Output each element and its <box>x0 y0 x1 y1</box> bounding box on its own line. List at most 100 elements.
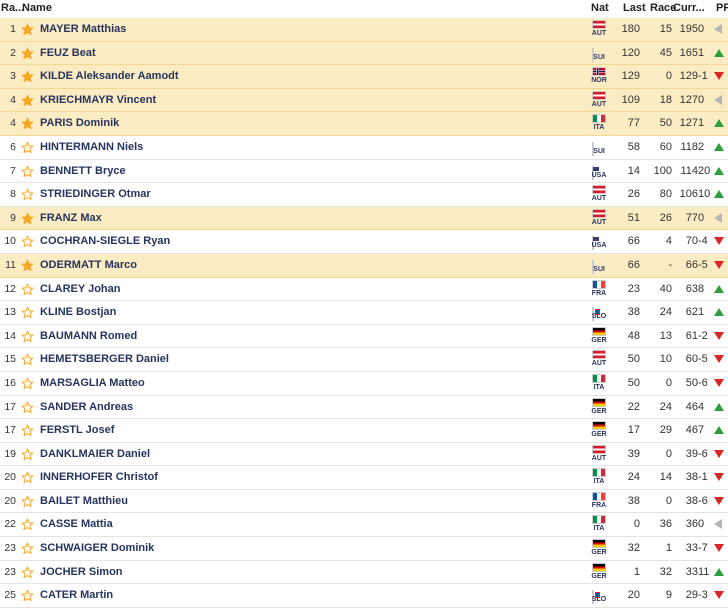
position-change: -3 <box>698 589 708 602</box>
table-row[interactable]: 14 BAUMANN Romed GER 48 13 61 -2 <box>0 324 728 349</box>
table-row[interactable]: 12 CLAREY Johan FRA 23 40 63 8 <box>0 277 728 302</box>
table-row[interactable]: 19 DANKLMAIER Daniel AUT 39 0 39 -6 <box>0 442 728 467</box>
athlete-name[interactable]: KRIECHMAYR Vincent <box>40 89 156 112</box>
race-points: 60 <box>659 140 672 153</box>
athlete-name[interactable]: MARSAGLIA Matteo <box>40 372 145 395</box>
header-nat[interactable]: Nat <box>591 2 609 14</box>
athlete-name[interactable]: JOCHER Simon <box>40 561 123 584</box>
favorite-star-icon[interactable] <box>21 183 35 206</box>
athlete-name[interactable]: FRANZ Max <box>40 207 102 230</box>
athlete-name[interactable]: DANKLMAIER Daniel <box>40 443 150 466</box>
race-points: 40 <box>659 282 672 295</box>
current-points: 77 <box>685 211 698 224</box>
nation: SUI <box>588 136 610 159</box>
athlete-name[interactable]: FERSTL Josef <box>40 419 114 442</box>
favorite-star-icon[interactable] <box>21 112 35 135</box>
favorite-star-icon[interactable] <box>21 18 35 41</box>
favorite-star-icon[interactable] <box>21 278 35 301</box>
athlete-name[interactable]: KLINE Bostjan <box>40 301 116 324</box>
table-row[interactable]: 22 CASSE Mattia ITA 0 36 36 0 <box>0 513 728 538</box>
flag-icon <box>592 185 606 195</box>
header-rank[interactable]: Ra... <box>1 2 24 14</box>
athlete-name[interactable]: HEMETSBERGER Daniel <box>40 348 169 371</box>
athlete-name[interactable]: MAYER Matthias <box>40 18 126 41</box>
athlete-name[interactable]: COCHRAN-SIEGLE Ryan <box>40 230 170 253</box>
athlete-name[interactable]: BENNETT Bryce <box>40 160 126 183</box>
table-row[interactable]: 7 BENNETT Bryce USA 14 100 114 20 <box>0 159 728 184</box>
table-row[interactable]: 9 FRANZ Max AUT 51 26 77 0 <box>0 206 728 231</box>
table-row[interactable]: 17 FERSTL Josef GER 17 29 46 7 <box>0 419 728 443</box>
athlete-name[interactable]: HINTERMANN Niels <box>40 136 143 159</box>
table-row[interactable]: 1 MAYER Matthias AUT 180 15 195 0 <box>0 18 728 42</box>
rank: 6 <box>10 140 16 153</box>
athlete-name[interactable]: BAILET Matthieu <box>40 490 128 513</box>
nation-code: ITA <box>593 525 605 533</box>
favorite-star-icon[interactable] <box>21 230 35 253</box>
table-row[interactable]: 23 SCHWAIGER Dominik GER 32 1 33 -7 <box>0 537 728 561</box>
favorite-star-icon[interactable] <box>21 490 35 513</box>
athlete-name[interactable]: CLAREY Johan <box>40 278 120 301</box>
table-row[interactable]: 4 PARIS Dominik ITA 77 50 127 1 <box>0 112 728 136</box>
table-row[interactable]: 15 HEMETSBERGER Daniel AUT 50 10 60 -5 <box>0 348 728 372</box>
athlete-name[interactable]: FEUZ Beat <box>40 42 96 65</box>
table-row[interactable]: 11ODERMATT MarcoSUI66-66-5 <box>0 253 728 278</box>
favorite-star-icon[interactable] <box>21 537 35 560</box>
favorite-star-icon[interactable] <box>21 513 35 536</box>
favorite-star-icon[interactable] <box>21 396 35 419</box>
athlete-name[interactable]: CATER Martin <box>40 584 113 607</box>
position-change: -6 <box>698 376 708 389</box>
nation-code: AUT <box>591 360 607 368</box>
table-row[interactable]: 16 MARSAGLIA Matteo ITA 50 0 50 -6 <box>0 371 728 396</box>
current-points: 29 <box>685 589 698 602</box>
favorite-star-icon[interactable] <box>21 419 35 442</box>
table-row[interactable]: 25 CATER Martin SLO 20 9 29 -3 <box>0 584 728 608</box>
favorite-star-icon[interactable] <box>21 466 35 489</box>
header-name[interactable]: Name <box>22 2 52 14</box>
table-row[interactable]: 17 SANDER Andreas GER 22 24 46 4 <box>0 395 728 420</box>
last-points: 26 <box>627 188 640 201</box>
header-curr[interactable]: Curr... <box>673 2 705 14</box>
favorite-star-icon[interactable] <box>21 301 35 324</box>
favorite-star-icon[interactable] <box>21 561 35 584</box>
table-row[interactable]: 10 COCHRAN-SIEGLE Ryan USA 66 4 70 -4 <box>0 230 728 254</box>
table-row[interactable]: 2 FEUZ Beat SUI 120 45 1651 <box>0 41 728 66</box>
table-row[interactable]: 4 KRIECHMAYR Vincent AUT 109 18 127 0 <box>0 88 728 113</box>
favorite-star-icon[interactable] <box>21 254 35 277</box>
table-row[interactable]: 6 HINTERMANN Niels SUI 58 60 1182 <box>0 135 728 160</box>
header-pf[interactable]: PF <box>716 2 728 14</box>
position-change: 1 <box>698 46 705 59</box>
race-points: 50 <box>659 117 672 130</box>
athlete-name[interactable]: BAUMANN Romed <box>40 325 137 348</box>
favorite-star-icon[interactable] <box>21 207 35 230</box>
trend-down-icon <box>714 584 728 607</box>
athlete-name[interactable]: CASSE Mattia <box>40 513 113 536</box>
athlete-name[interactable]: ODERMATT Marco <box>40 254 137 277</box>
table-row[interactable]: 3 KILDE Aleksander Aamodt NOR 129 0 129 -1 <box>0 65 728 89</box>
athlete-name[interactable]: INNERHOFER Christof <box>40 466 158 489</box>
favorite-star-icon[interactable] <box>21 42 35 65</box>
rank: 20 <box>4 471 16 484</box>
athlete-name[interactable]: KILDE Aleksander Aamodt <box>40 65 179 88</box>
athlete-name[interactable]: SCHWAIGER Dominik <box>40 537 154 560</box>
last-points: 38 <box>627 494 640 507</box>
favorite-star-icon[interactable] <box>21 160 35 183</box>
athlete-name[interactable]: SANDER Andreas <box>40 396 133 419</box>
table-row[interactable]: 13 KLINE Bostjan SLO 38 24 62 1 <box>0 301 728 325</box>
table-row[interactable]: 8 STRIEDINGER Otmar AUT 26 80 106 10 <box>0 183 728 207</box>
athlete-name[interactable]: PARIS Dominik <box>40 112 119 135</box>
position-change: -5 <box>698 258 708 271</box>
table-row[interactable]: 20 INNERHOFER Christof ITA 24 14 38 -1 <box>0 466 728 490</box>
header-last[interactable]: Last <box>623 2 646 14</box>
favorite-star-icon[interactable] <box>21 443 35 466</box>
favorite-star-icon[interactable] <box>21 372 35 395</box>
favorite-star-icon[interactable] <box>21 65 35 88</box>
table-row[interactable]: 20 BAILET Matthieu FRA 38 0 38 -6 <box>0 489 728 514</box>
favorite-star-icon[interactable] <box>21 584 35 607</box>
table-row[interactable]: 23 JOCHER Simon GER 1 32 33 11 <box>0 560 728 585</box>
favorite-star-icon[interactable] <box>21 136 35 159</box>
athlete-name[interactable]: STRIEDINGER Otmar <box>40 183 151 206</box>
favorite-star-icon[interactable] <box>21 325 35 348</box>
favorite-star-icon[interactable] <box>21 348 35 371</box>
favorite-star-icon[interactable] <box>21 89 35 112</box>
nation-code: SUI <box>593 147 605 155</box>
